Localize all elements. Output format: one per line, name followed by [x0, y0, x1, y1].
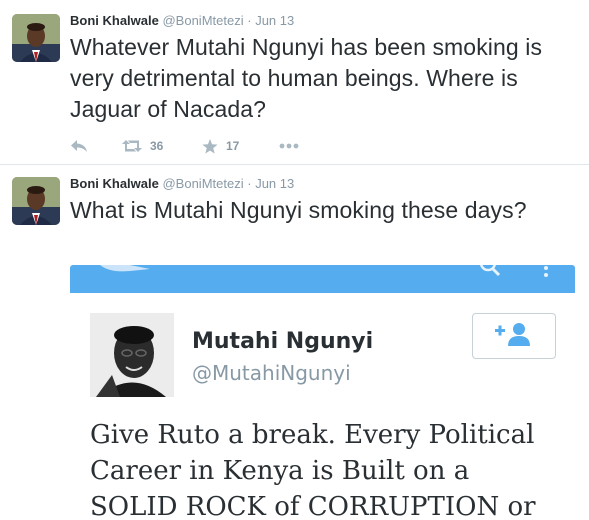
tweet-header: Boni Khalwale @BoniMtetezi · Jun 13	[70, 13, 294, 29]
reply-button[interactable]	[70, 136, 88, 156]
tweet[interactable]: Boni Khalwale @BoniMtetezi · Jun 13 What…	[0, 0, 589, 165]
tweet[interactable]: Boni Khalwale @BoniMtetezi · Jun 13 What…	[0, 165, 589, 520]
timestamp[interactable]: Jun 13	[255, 176, 294, 191]
reply-icon	[70, 139, 88, 153]
avatar[interactable]	[12, 177, 60, 225]
follow-button	[472, 313, 556, 359]
tweet-text: Whatever Mutahi Ngunyi has been smoking …	[70, 34, 543, 122]
avatar[interactable]	[12, 14, 60, 62]
tweet-text: What is Mutahi Ngunyi smoking these days…	[70, 197, 527, 223]
embedded-avatar	[90, 313, 174, 397]
embedded-tweet-text: Give Ruto a break. Every Political Caree…	[90, 420, 536, 520]
author-handle[interactable]: @BoniMtetezi	[162, 176, 243, 191]
more-button[interactable]	[279, 136, 299, 156]
embedded-tweet-card: Mutahi Ngunyi @MutahiNgunyi Give Ruto a …	[70, 293, 575, 520]
author-handle[interactable]: @BoniMtetezi	[162, 13, 243, 28]
separator: ·	[247, 13, 252, 28]
favorite-button[interactable]: 17	[202, 136, 239, 156]
embedded-image[interactable]: Mutahi Ngunyi @MutahiNgunyi Give Ruto a …	[70, 265, 575, 520]
embedded-author-name: Mutahi Ngunyi	[192, 329, 374, 354]
embedded-author-handle: @MutahiNgunyi	[192, 361, 351, 385]
favorite-icon	[202, 138, 218, 154]
embedded-header-bar	[70, 265, 575, 293]
retweet-button[interactable]: 36	[122, 136, 163, 156]
add-user-icon	[493, 321, 535, 352]
author-name[interactable]: Boni Khalwale	[70, 13, 159, 28]
timestamp[interactable]: Jun 13	[255, 13, 294, 28]
author-name[interactable]: Boni Khalwale	[70, 176, 159, 191]
more-icon	[279, 143, 299, 149]
tweet-header: Boni Khalwale @BoniMtetezi · Jun 13	[70, 176, 294, 192]
separator: ·	[247, 176, 252, 191]
retweet-count: 36	[150, 139, 164, 153]
retweet-icon	[122, 139, 142, 153]
favorite-count: 17	[226, 139, 240, 153]
